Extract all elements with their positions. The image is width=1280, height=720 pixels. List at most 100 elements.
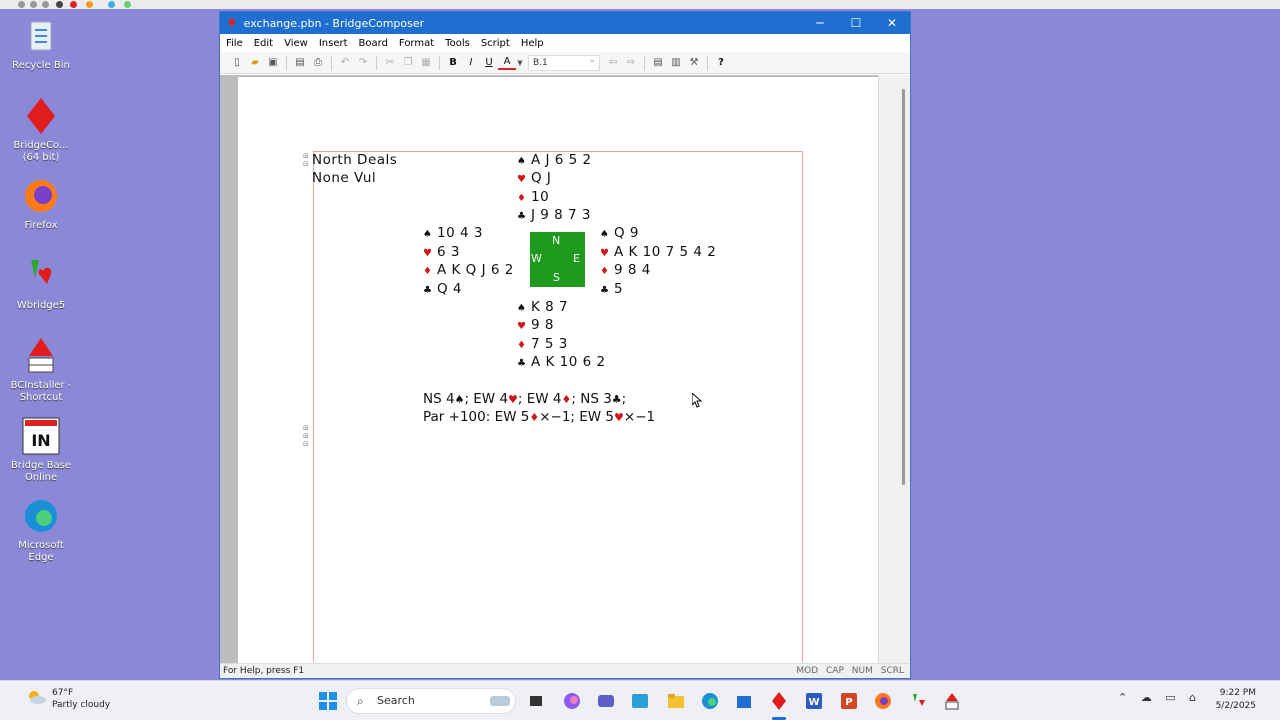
menu-edit[interactable]: Edit [254,38,273,49]
vertical-scrollbar[interactable] [878,75,910,665]
par-contract: Par +100: EW 5♦×−1; EW 5♥×−1 [423,409,656,425]
bcinstaller-taskbar-icon[interactable] [940,689,964,713]
desktop-icon-label: Recycle Bin [12,60,70,71]
bold-icon[interactable]: B [444,54,462,72]
control-icon[interactable] [30,1,37,8]
widgets-icon[interactable] [488,689,512,713]
desktop-icon-label: Wbridge5 [16,300,66,311]
control-icon[interactable] [124,1,131,8]
dropdown-arrow-icon[interactable]: ▼ [516,54,524,72]
south-clubs: ♣ A K 10 6 2 [517,354,606,370]
control-icon[interactable] [18,1,25,8]
copilot-icon[interactable] [560,689,584,713]
file-explorer-icon[interactable] [664,689,688,713]
control-icon[interactable] [42,1,49,8]
east-spades: ♠ Q 9 [600,225,640,241]
firefox-taskbar-icon[interactable] [871,689,895,713]
spade-icon: ♠ [423,229,433,240]
weather-widget[interactable]: 67°F Partly cloudy [26,687,110,711]
menu-file[interactable]: File [226,38,243,49]
desktop-icon-label: BCInstaller - Shortcut [10,380,72,403]
spade-icon: ♠ [600,229,610,240]
paste-icon[interactable]: ▦ [417,54,435,72]
new-file-icon[interactable]: ▯ [228,54,246,72]
display-icon[interactable]: ▭ [1165,691,1175,704]
font-color-icon[interactable]: A [498,56,516,70]
network-icon[interactable]: ⌂ [1189,691,1196,704]
next-board-icon[interactable]: ⇨ [622,54,640,72]
board-properties-icon[interactable]: ▤ [649,54,667,72]
close-icon[interactable]: ✕ [874,16,910,30]
desktop-icon-bridge-base-online[interactable]: IN Bridge Base Online [6,416,76,484]
desktop-icon-firefox[interactable]: Firefox [6,176,76,232]
menu-format[interactable]: Format [399,38,434,49]
stop-icon[interactable] [56,1,63,8]
insert-board-icon[interactable]: ▥ [667,54,685,72]
italic-icon[interactable]: I [462,54,480,72]
clock-date: 5/2/2025 [1215,701,1256,711]
previous-board-icon[interactable]: ⇦ [604,54,622,72]
minimize-icon[interactable]: ─ [802,16,838,30]
section-marker-icon[interactable]: ⊞ ⊞ ⊟ [303,424,309,448]
record-icon[interactable] [70,1,77,8]
underline-icon[interactable]: U [480,54,498,72]
scrollbar-thumb[interactable] [902,89,905,485]
undo-icon[interactable]: ↶ [336,54,354,72]
menu-view[interactable]: View [284,38,308,49]
collapse-marker-icon[interactable]: ⊞ ⊟ [303,152,309,168]
diamond-icon: ♦ [529,411,540,424]
menu-bar: File Edit View Insert Board Format Tools… [220,34,910,52]
teams-icon[interactable] [594,689,618,713]
word-icon[interactable]: W [802,689,826,713]
print-icon[interactable]: ⎙ [309,54,327,72]
bridgecomposer-icon [21,96,61,136]
pause-icon[interactable] [86,1,93,8]
board-selector[interactable]: B.1 [528,53,600,71]
makeable-contracts: NS 4♠; EW 4♥; EW 4♦; NS 3♣; [423,391,627,407]
club-icon: ♣ [517,358,527,369]
desktop-icon-wbridge5[interactable]: Wbridge5 [6,256,76,312]
start-windows-icon[interactable] [316,689,340,713]
south-spades: ♠ K 8 7 [517,299,569,315]
context-help-icon[interactable]: ? [712,54,730,72]
redo-icon[interactable]: ↷ [354,54,372,72]
east-hearts: ♥ A K 10 7 5 4 2 [600,244,717,260]
open-folder-icon[interactable]: ▰ [246,54,264,72]
task-view-icon[interactable] [524,689,548,713]
save-icon[interactable]: ▣ [264,54,282,72]
menu-insert[interactable]: Insert [319,38,348,49]
edge-taskbar-icon[interactable] [698,689,722,713]
desktop-icon-edge[interactable]: Microsoft Edge [6,496,76,564]
cut-icon[interactable]: ✂ [381,54,399,72]
desktop-icon-bcinstaller[interactable]: BCInstaller - Shortcut [6,336,76,404]
heart-icon: ♥ [517,174,527,185]
powerpoint-icon[interactable]: P [837,689,861,713]
store-icon[interactable] [732,689,756,713]
menu-tools[interactable]: Tools [445,38,470,49]
print-preview-icon[interactable]: ▤ [291,54,309,72]
north-hearts: ♥ Q J [517,170,552,186]
menu-script[interactable]: Script [481,38,510,49]
desktop-icon-recycle-bin[interactable]: Recycle Bin [6,16,76,72]
indicator-scrl: SCRL [880,666,904,676]
title-bar[interactable]: ♦ exchange.pbn - BridgeComposer ─ ☐ ✕ [220,12,910,34]
bridgecomposer-taskbar-icon[interactable] [767,689,791,713]
settings-wrench-icon[interactable]: ⚒ [685,54,703,72]
desktop-icon-bridgecomposer[interactable]: BridgeCo... (64 bit) [6,96,76,164]
svg-text:P: P [845,697,852,708]
clock[interactable]: 9:22 PM 5/2/2025 [1216,687,1256,713]
wbridge5-taskbar-icon[interactable] [906,689,930,713]
desktop-icon-label: BridgeCo... (64 bit) [13,140,69,163]
west-diamonds: ♦ A K Q J 6 2 [423,262,514,278]
chevron-up-icon[interactable]: ⌃ [1118,691,1127,704]
maximize-icon[interactable]: ☐ [838,16,874,30]
onedrive-cloud-icon[interactable]: ☁ [1141,691,1152,704]
diamond-icon: ♦ [517,340,527,351]
menu-help[interactable]: Help [521,38,544,49]
play-icon[interactable] [108,1,115,8]
heart-icon: ♥ [508,393,518,406]
copy-icon[interactable]: ❐ [399,54,417,72]
menu-board[interactable]: Board [359,38,388,49]
west-hearts: ♥ 6 3 [423,244,460,260]
photos-icon[interactable] [628,689,652,713]
